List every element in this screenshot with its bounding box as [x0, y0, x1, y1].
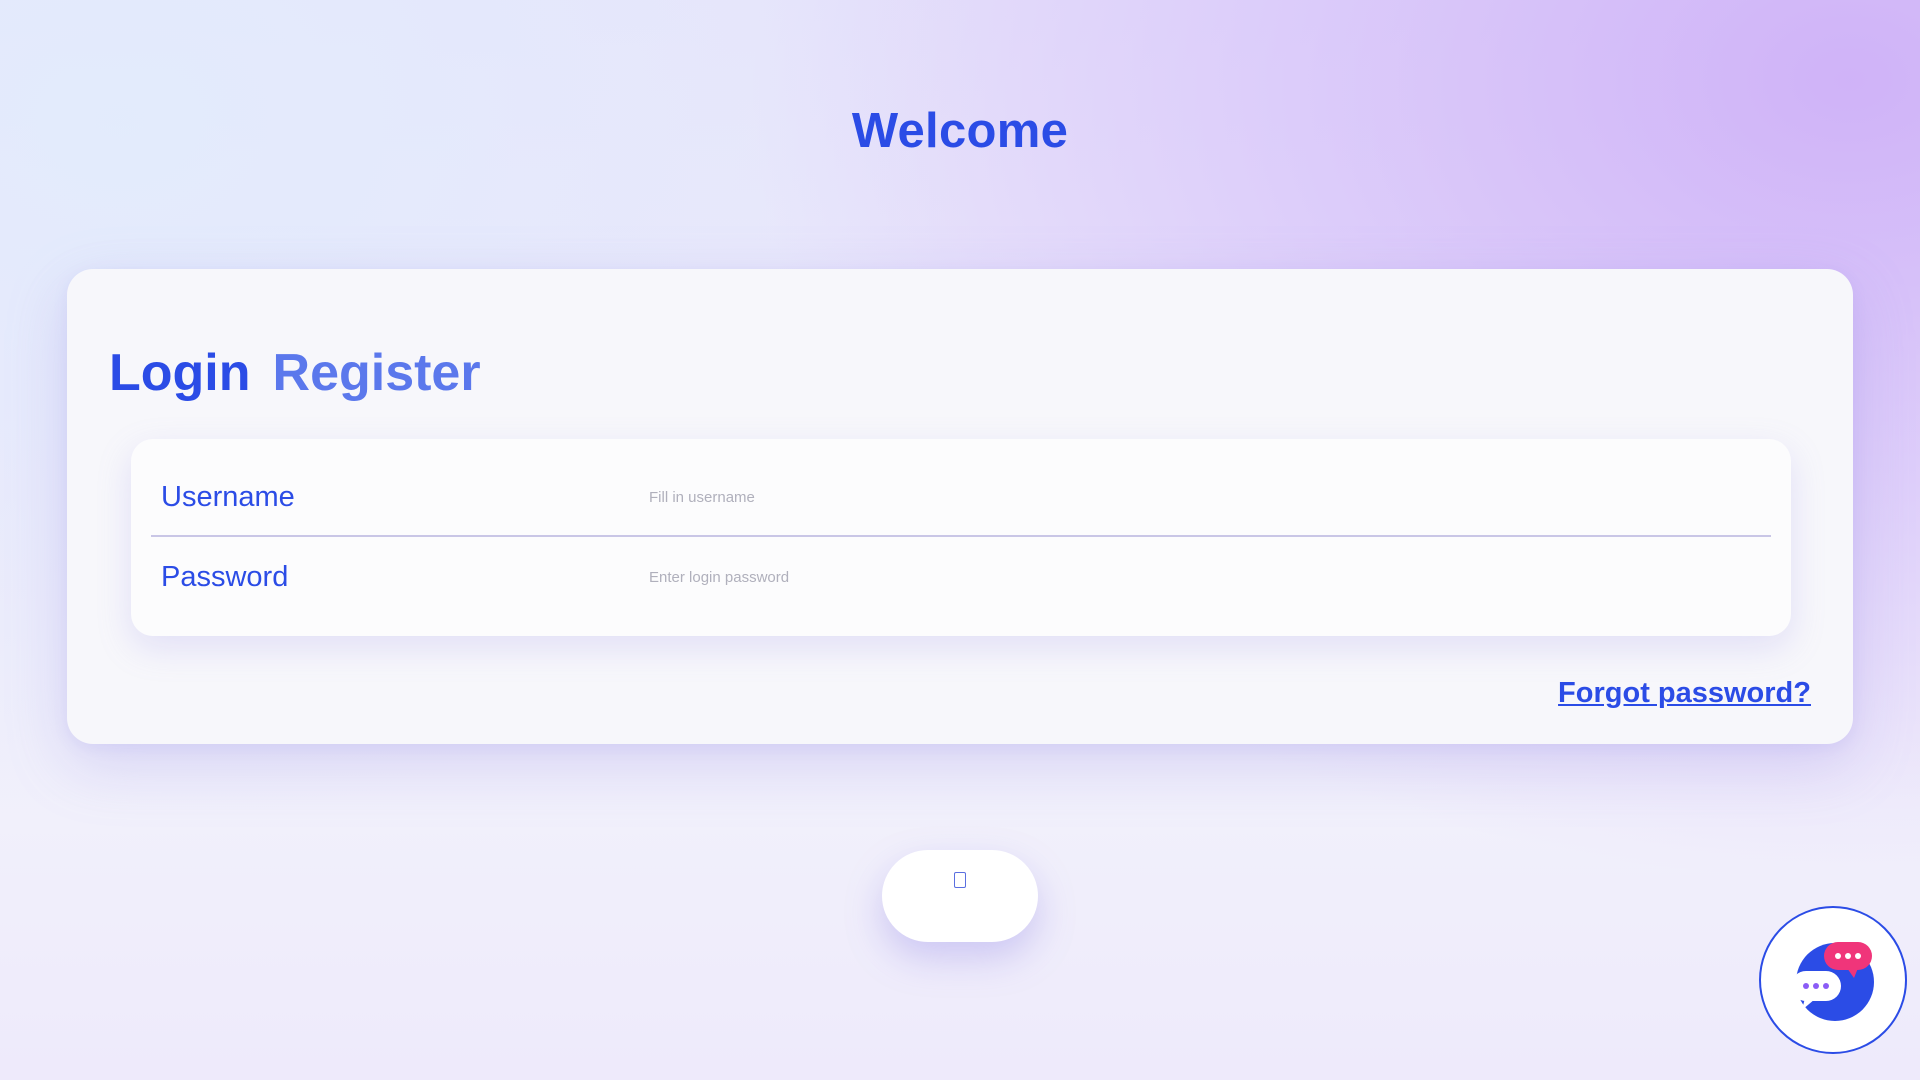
password-label: Password — [161, 560, 289, 593]
username-row: Username — [151, 459, 1771, 537]
username-input[interactable] — [649, 477, 1771, 517]
submit-button[interactable] — [882, 850, 1038, 942]
password-row: Password — [151, 538, 1771, 616]
tab-register[interactable]: Register — [273, 347, 481, 399]
auth-card: Login Register Username Password Forgot … — [67, 269, 1853, 744]
tab-login[interactable]: Login — [109, 347, 251, 399]
password-input[interactable] — [649, 557, 1771, 597]
chat-widget-button[interactable] — [1759, 906, 1907, 1054]
forgot-password-link[interactable]: Forgot password? — [1558, 677, 1811, 710]
username-label: Username — [161, 480, 295, 513]
login-form: Username Password — [131, 439, 1791, 636]
chat-bubbles-icon — [1791, 942, 1874, 1021]
auth-tabs: Login Register — [109, 347, 481, 399]
missing-glyph-icon — [954, 872, 966, 888]
page-title: Welcome — [851, 104, 1069, 158]
